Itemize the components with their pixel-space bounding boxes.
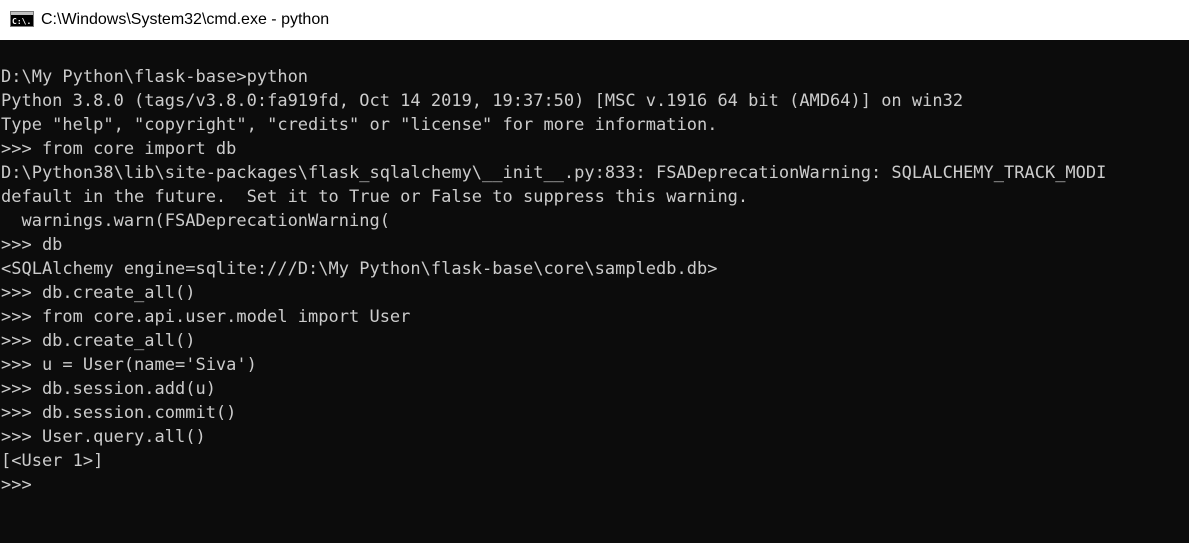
console-line: <SQLAlchemy engine=sqlite:///D:\My Pytho… xyxy=(1,259,718,279)
console-line: warnings.warn(FSADeprecationWarning( xyxy=(1,211,390,231)
console-output: D:\My Python\flask-base>python Python 3.8… xyxy=(1,65,1106,497)
console-line: [<User 1>] xyxy=(1,451,104,471)
console-prompt[interactable]: >>> xyxy=(1,473,1106,497)
console-line: >>> db.session.add(u) xyxy=(1,379,216,399)
console-line: >>> u = User(name='Siva') xyxy=(1,355,257,375)
console-line: >>> db xyxy=(1,235,63,255)
title-bar[interactable]: C:\. C:\Windows\System32\cmd.exe - pytho… xyxy=(0,0,1189,40)
console-line: >>> db.create_all() xyxy=(1,283,196,303)
console-line: >>> from core.api.user.model import User xyxy=(1,307,411,327)
console-line: Python 3.8.0 (tags/v3.8.0:fa919fd, Oct 1… xyxy=(1,91,964,111)
console-line: D:\Python38\lib\site-packages\flask_sqla… xyxy=(1,163,1107,183)
console-line: >>> db.session.commit() xyxy=(1,403,237,423)
console-line: >>> User.query.all() xyxy=(1,427,206,447)
cmd-icon: C:\. xyxy=(10,11,34,27)
cmd-icon-text: C:\. xyxy=(12,17,31,26)
window-title: C:\Windows\System32\cmd.exe - python xyxy=(41,11,330,28)
console-line: >>> db.create_all() xyxy=(1,331,196,351)
console-area[interactable]: D:\My Python\flask-base>python Python 3.8… xyxy=(0,40,1189,543)
console-line: >>> from core import db xyxy=(1,139,237,159)
console-line: D:\My Python\flask-base>python xyxy=(1,67,309,87)
cmd-window: C:\. C:\Windows\System32\cmd.exe - pytho… xyxy=(0,0,1189,543)
console-line: Type "help", "copyright", "credits" or "… xyxy=(1,115,718,135)
console-line: default in the future. Set it to True or… xyxy=(1,187,749,207)
